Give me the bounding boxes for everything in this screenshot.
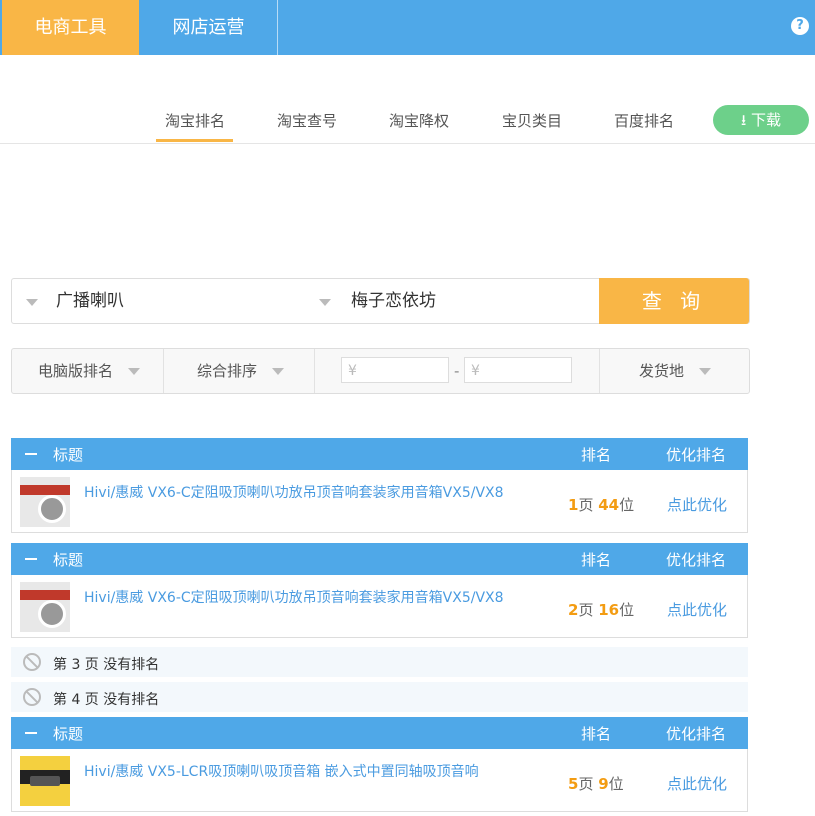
header-rank: 排名 xyxy=(581,725,612,743)
sort-select[interactable]: 综合排序 xyxy=(197,349,284,393)
header-title: 标题 xyxy=(53,551,84,569)
collapse-icon[interactable] xyxy=(25,558,37,560)
rank-value: 2页 16位 xyxy=(568,601,635,619)
product-thumbnail[interactable] xyxy=(20,756,70,806)
optimize-link[interactable]: 点此优化 xyxy=(667,494,727,515)
price-max-input[interactable]: ¥ xyxy=(464,357,572,383)
collapse-icon[interactable] xyxy=(25,453,37,455)
shop-input[interactable]: 梅子恋依坊 xyxy=(351,279,436,323)
top-nav-bar: 电商工具 网店运营 ? xyxy=(0,0,815,55)
shop-dropdown-icon[interactable] xyxy=(319,299,331,306)
location-label: 发货地 xyxy=(639,362,685,380)
divider xyxy=(163,349,164,393)
product-thumbnail[interactable] xyxy=(20,582,70,632)
chevron-down-icon xyxy=(127,368,140,375)
tab-taobao-account[interactable]: 淘宝查号 xyxy=(277,110,337,131)
query-button[interactable]: 查 询 xyxy=(599,278,749,324)
download-label: 下载 xyxy=(751,111,782,129)
download-icon: ⭳ xyxy=(740,111,747,129)
result-row: Hivi/惠威 VX6-C定阻吸顶喇叭功放吊顶音响套装家用音箱VX5/VX8 2… xyxy=(11,575,748,638)
help-icon[interactable]: ? xyxy=(791,17,809,35)
active-tab-indicator xyxy=(156,139,233,142)
sub-nav: 淘宝排名 淘宝查号 淘宝降权 宝贝类目 百度排名 xyxy=(0,100,815,144)
header-title: 标题 xyxy=(53,725,84,743)
no-rank-text: 第 4 页 没有排名 xyxy=(53,692,160,708)
no-rank-row: 第 3 页 没有排名 xyxy=(11,647,748,677)
tab-ecommerce-tools[interactable]: 电商工具 xyxy=(2,0,139,55)
location-select[interactable]: 发货地 xyxy=(639,349,711,393)
result-header: 标题 排名 优化排名 xyxy=(11,438,748,470)
filter-bar: 电脑版排名 综合排序 ¥ - ¥ 发货地 xyxy=(11,348,750,394)
rank-value: 5页 9位 xyxy=(568,775,624,793)
result-row: Hivi/惠威 VX5-LCR吸顶喇叭吸顶音箱 嵌入式中置同轴吸顶音响 5页 9… xyxy=(11,749,748,812)
result-header: 标题 排名 优化排名 xyxy=(11,543,748,575)
optimize-link[interactable]: 点此优化 xyxy=(667,599,727,620)
chevron-down-icon xyxy=(271,368,284,375)
product-title-link[interactable]: Hivi/惠威 VX6-C定阻吸顶喇叭功放吊顶音响套装家用音箱VX5/VX8 xyxy=(84,587,504,607)
header-rank: 排名 xyxy=(581,551,612,569)
product-title-link[interactable]: Hivi/惠威 VX6-C定阻吸顶喇叭功放吊顶音响套装家用音箱VX5/VX8 xyxy=(84,482,504,502)
product-thumbnail[interactable] xyxy=(20,477,70,527)
download-button[interactable]: ⭳ 下载 xyxy=(713,105,809,135)
tab-taobao-demotion[interactable]: 淘宝降权 xyxy=(389,110,449,131)
header-rank: 排名 xyxy=(581,446,612,464)
header-optimize: 优化排名 xyxy=(666,551,727,569)
optimize-link[interactable]: 点此优化 xyxy=(667,773,727,794)
collapse-icon[interactable] xyxy=(25,732,37,734)
platform-label: 电脑版排名 xyxy=(38,362,114,380)
result-header: 标题 排名 优化排名 xyxy=(11,717,748,749)
divider xyxy=(314,349,315,393)
price-min-input[interactable]: ¥ xyxy=(341,357,449,383)
product-title-link[interactable]: Hivi/惠威 VX5-LCR吸顶喇叭吸顶音箱 嵌入式中置同轴吸顶音响 xyxy=(84,761,479,781)
tab-item-category[interactable]: 宝贝类目 xyxy=(502,110,562,131)
divider xyxy=(599,349,600,393)
sort-label: 综合排序 xyxy=(197,362,258,380)
platform-select[interactable]: 电脑版排名 xyxy=(38,349,140,393)
result-row: Hivi/惠威 VX6-C定阻吸顶喇叭功放吊顶音响套装家用音箱VX5/VX8 1… xyxy=(11,470,748,533)
header-optimize: 优化排名 xyxy=(666,446,727,464)
tab-taobao-rank[interactable]: 淘宝排名 xyxy=(165,110,225,131)
ban-icon xyxy=(23,688,41,706)
no-rank-text: 第 3 页 没有排名 xyxy=(53,657,160,673)
no-rank-row: 第 4 页 没有排名 xyxy=(11,682,748,712)
header-title: 标题 xyxy=(53,446,84,464)
rank-value: 1页 44位 xyxy=(568,496,635,514)
ban-icon xyxy=(23,653,41,671)
price-separator: - xyxy=(454,362,460,380)
tab-baidu-rank[interactable]: 百度排名 xyxy=(614,110,674,131)
chevron-down-icon xyxy=(698,368,711,375)
header-optimize: 优化排名 xyxy=(666,725,727,743)
keyword-dropdown-icon[interactable] xyxy=(26,299,38,306)
keyword-input[interactable]: 广播喇叭 xyxy=(56,279,124,323)
tab-store-operation[interactable]: 网店运营 xyxy=(140,0,278,55)
